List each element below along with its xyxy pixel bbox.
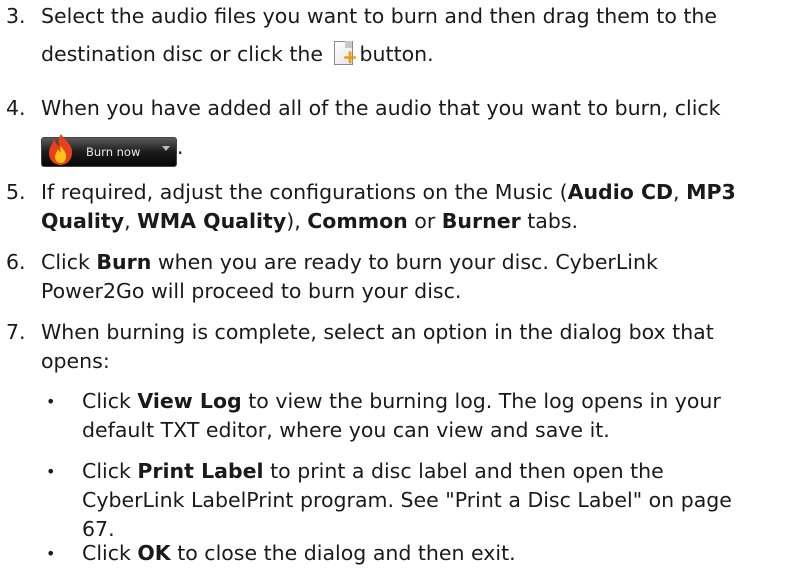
bullet-marker: • [46,392,56,411]
text-run: Click [41,250,97,274]
bold-text: Audio CD [567,180,674,204]
dropdown-caret-icon [162,146,170,151]
text-run: , [124,209,138,233]
step-text-line2: Power2Go will proceed to burn your disc. [41,279,462,303]
step-text: When you have added all of the audio tha… [41,96,721,120]
step-text-line2: destination disc or click the + button. [41,41,434,68]
text-run: Click [82,389,138,413]
bold-text: Burner [441,209,521,233]
step-number: 3. [6,4,26,28]
document-page: 3. Select the audio files you want to bu… [0,0,804,576]
text-run: to print a disc label and then open the [263,459,664,483]
text-run: ), [286,209,308,233]
step-number: 5. [6,180,26,204]
step-text: Select the audio files you want to burn … [41,4,718,28]
bullet-marker: • [46,544,56,563]
add-file-icon[interactable]: + [332,41,358,68]
bold-text: View Log [137,389,242,413]
step-text: . [177,135,184,159]
bullet-marker: • [46,462,56,481]
step-number: 4. [6,96,26,120]
text-run: , [673,180,687,204]
bold-text: MP3 [686,180,736,204]
step-text: Click Burn when you are ready to burn yo… [41,250,658,274]
flame-icon [49,134,73,165]
bullet-text-line2: default TXT editor, where you can view a… [82,418,610,442]
text-run: when you are ready to burn your disc. Cy… [151,250,658,274]
bold-text: Burn [96,250,152,274]
text-run: or [407,209,442,233]
step-text-line2: Quality, WMA Quality), Common or Burner … [41,209,578,233]
bullet-text-line3: 67. [82,517,115,541]
bold-text: Common [307,209,408,233]
bullet-text: Click View Log to view the burning log. … [82,389,721,413]
burn-now-row: Burn now . [0,134,220,167]
bold-text: OK [137,541,171,565]
text-run: to close the dialog and then exit. [170,541,516,565]
step-text: When burning is complete, select an opti… [41,320,714,344]
text-run: tabs. [520,209,579,233]
plus-icon: + [342,47,358,68]
step-text-line2: opens: [41,349,110,373]
bold-text: WMA Quality [137,209,287,233]
step-text: If required, adjust the configurations o… [41,180,736,204]
bold-text: Quality [41,209,125,233]
step-number: 7. [6,320,26,344]
bullet-text-line2: CyberLink LabelPrint program. See "Print… [82,488,732,512]
bold-text: Print Label [137,459,264,483]
text-run: Click [82,459,138,483]
text-run: to view the burning log. The log opens i… [241,389,721,413]
bullet-text: Click Print Label to print a disc label … [82,459,664,483]
bullet-text: Click OK to close the dialog and then ex… [82,541,516,565]
step-number: 6. [6,250,26,274]
text-run: Click [82,541,138,565]
step-text: destination disc or click the [41,42,324,66]
step-text: button. [359,42,434,66]
burn-now-label: Burn now [86,145,141,159]
text-run: If required, adjust the configurations o… [41,180,568,204]
burn-now-button[interactable]: Burn now [41,134,177,167]
